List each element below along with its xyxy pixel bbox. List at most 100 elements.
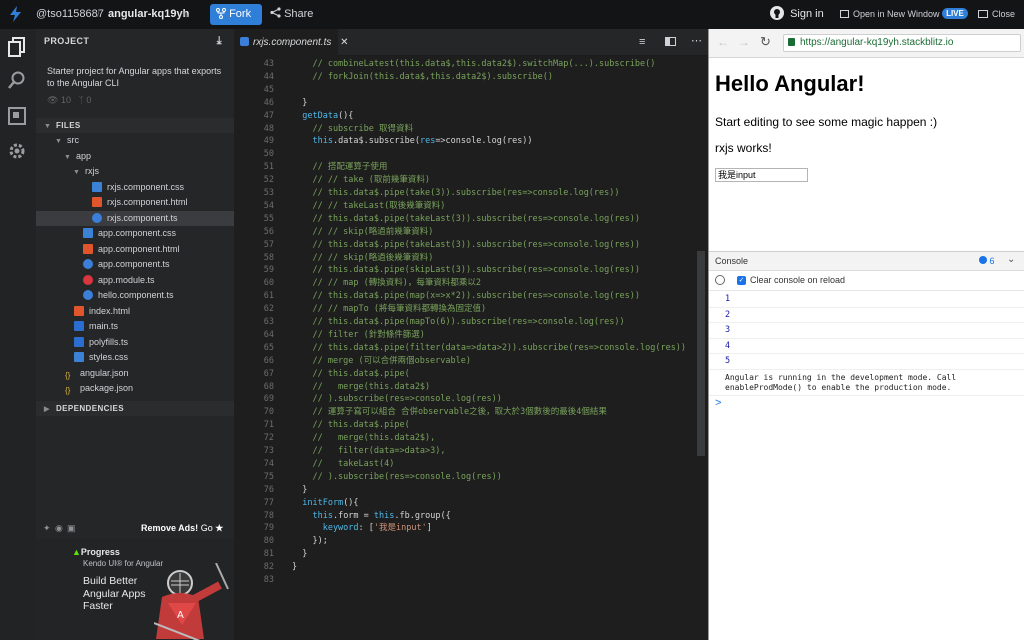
tree-item-rxjs-component-html[interactable]: rxjs.component.html bbox=[36, 195, 234, 210]
code-line[interactable]: } bbox=[292, 548, 307, 561]
remove-ads-link[interactable]: Remove Ads! Go ★ bbox=[141, 519, 223, 537]
advertisement[interactable]: ▲Progress Kendo UI® for Angular Build Be… bbox=[36, 539, 234, 640]
settings-gear-icon[interactable] bbox=[8, 142, 26, 165]
files-icon[interactable] bbox=[8, 37, 26, 62]
code-line[interactable]: keyword: ['我是input'] bbox=[292, 522, 432, 535]
forward-icon[interactable]: → bbox=[738, 35, 750, 49]
code-line[interactable]: // 運算子寫可以組合 合併observable之後，取大於3個數後的最後4個結… bbox=[292, 406, 606, 419]
code-line[interactable]: // subscribe 取得資料 bbox=[292, 123, 413, 136]
more-options-icon[interactable]: ⋯ bbox=[691, 34, 702, 47]
editor-scrollbar[interactable] bbox=[697, 251, 705, 456]
code-line[interactable]: } bbox=[292, 484, 307, 497]
code-line[interactable]: // this.data$.pipe(takeLast(3)).subscrib… bbox=[292, 239, 640, 252]
code-line[interactable]: // // mapTo (將每筆資料都轉換為固定值) bbox=[292, 303, 486, 316]
twitter-icon[interactable]: ✦ bbox=[43, 519, 51, 537]
console-log-row: 5 bbox=[709, 354, 1024, 370]
open-new-window-button[interactable]: Open in New Window LIVE bbox=[840, 0, 968, 29]
tree-item-app-module-ts[interactable]: app.module.ts bbox=[36, 273, 234, 288]
code-line[interactable]: // merge (可以合併兩個observable) bbox=[292, 355, 470, 368]
tree-item-src[interactable]: ▼ src bbox=[36, 133, 234, 148]
search-icon[interactable] bbox=[8, 71, 26, 94]
code-line[interactable]: // // takeLast(取後幾筆資料) bbox=[292, 200, 445, 213]
code-line[interactable]: // this.data$.pipe(takeLast(3)).subscrib… bbox=[292, 213, 640, 226]
code-line[interactable]: // filter(data=>data>3), bbox=[292, 445, 445, 458]
message-count-badge: 6 bbox=[979, 256, 995, 266]
console-tab[interactable]: Console bbox=[715, 256, 748, 266]
tree-item-app-component-css[interactable]: app.component.css bbox=[36, 226, 234, 241]
share-button[interactable]: Share bbox=[270, 0, 313, 29]
code-line[interactable]: // takeLast(4) bbox=[292, 458, 394, 471]
code-line[interactable]: // combineLatest(this.data$,this.data2$)… bbox=[292, 58, 655, 71]
lock-icon bbox=[788, 38, 795, 46]
files-header[interactable]: ▼ FILES bbox=[36, 118, 234, 133]
tree-item-main-ts[interactable]: main.ts bbox=[36, 319, 234, 334]
close-preview-button[interactable]: Close bbox=[978, 0, 1015, 29]
code-token: } bbox=[292, 549, 308, 560]
clear-console-icon[interactable] bbox=[715, 275, 725, 285]
code-line[interactable]: // this.data$.pipe(map(x=>x*2)).subscrib… bbox=[292, 290, 640, 303]
tree-item-rxjs-component-ts[interactable]: rxjs.component.ts bbox=[36, 210, 234, 226]
keyword-input[interactable]: 我是input bbox=[715, 168, 808, 182]
code-line[interactable]: // 搭配運算子使用 bbox=[292, 161, 387, 174]
code-line[interactable]: // this.data$.pipe( bbox=[292, 419, 409, 432]
console-prompt[interactable]: > bbox=[715, 397, 721, 409]
code-line[interactable]: // this.data$.pipe(skipLast(3)).subscrib… bbox=[292, 264, 640, 277]
code-line[interactable]: // this.data$.pipe(filter(data=>data>2))… bbox=[292, 342, 686, 355]
progress-logo-icon: ▲ bbox=[72, 547, 81, 557]
code-line[interactable]: // this.data$.pipe(take(3)).subscribe(re… bbox=[292, 187, 619, 200]
code-line[interactable]: // merge(this.data2$), bbox=[292, 432, 435, 445]
code-line[interactable]: // this.data$.pipe( bbox=[292, 368, 409, 381]
code-line[interactable]: // // map (轉換資料)，每筆資料都乘以2 bbox=[292, 277, 481, 290]
project-name[interactable]: angular-kq19yh bbox=[108, 0, 189, 29]
code-line[interactable]: // this.data$.pipe(mapTo(6)).subscribe(r… bbox=[292, 316, 624, 329]
code-line[interactable]: // // skip(略過前幾筆資料) bbox=[292, 226, 433, 239]
clear-on-reload-checkbox[interactable]: ✓ bbox=[737, 276, 746, 285]
extensions-icon[interactable] bbox=[8, 107, 26, 130]
code-line[interactable]: }); bbox=[292, 535, 327, 548]
tree-item-app-component-ts[interactable]: app.component.ts bbox=[36, 257, 234, 272]
tree-item-angular-json[interactable]: {} angular.json bbox=[36, 366, 234, 381]
sign-in-button[interactable]: Sign in bbox=[770, 0, 824, 29]
tree-item-rxjs-component-css[interactable]: rxjs.component.css bbox=[36, 180, 234, 195]
editor-tab-bar: rxjs.component.ts ✕ ≡ ⋯ bbox=[234, 29, 708, 56]
dependencies-header[interactable]: ▶ DEPENDENCIES bbox=[36, 401, 234, 416]
code-line[interactable]: } bbox=[292, 97, 307, 110]
tree-item-index-html[interactable]: index.html bbox=[36, 304, 234, 319]
github-small-icon[interactable]: ◉ bbox=[55, 519, 63, 537]
tree-item-polyfills-ts[interactable]: polyfills.ts bbox=[36, 335, 234, 350]
edit-name-icon[interactable]: ✎ bbox=[182, 1, 190, 30]
stackblitz-logo-icon[interactable] bbox=[10, 6, 21, 25]
close-tab-icon[interactable]: ✕ bbox=[340, 37, 348, 48]
url-field[interactable]: https://angular-kq19yh.stackblitz.io bbox=[783, 34, 1021, 52]
fork-button[interactable]: Fork bbox=[210, 4, 262, 25]
discord-icon[interactable]: ▣ bbox=[67, 519, 76, 537]
project-stats: 👁 10 ᛉ 0 bbox=[47, 95, 91, 106]
collapse-console-icon[interactable]: ⌄ bbox=[1007, 254, 1015, 265]
code-line[interactable]: // ).subscribe(res=>console.log(res)) bbox=[292, 393, 501, 406]
tree-item-rxjs[interactable]: ▼ rxjs bbox=[36, 164, 234, 179]
code-line[interactable]: // // take (取前幾筆資料) bbox=[292, 174, 430, 187]
split-view-icon[interactable] bbox=[665, 37, 676, 46]
tree-item-package-json[interactable]: {} package.json bbox=[36, 381, 234, 396]
code-line[interactable]: // forkJoin(this.data$,this.data2$).subs… bbox=[292, 71, 553, 84]
format-icon[interactable]: ≡ bbox=[639, 36, 645, 48]
download-icon[interactable]: ⤓ bbox=[217, 34, 222, 49]
code-line[interactable]: // // skip(略過後幾筆資料) bbox=[292, 252, 433, 265]
code-line[interactable]: } bbox=[292, 561, 297, 574]
code-line[interactable]: // filter (針對條件篩選) bbox=[292, 329, 424, 342]
tree-item-app[interactable]: ▼ app bbox=[36, 149, 234, 164]
reload-icon[interactable]: ↻ bbox=[760, 34, 771, 50]
code-line[interactable]: // ).subscribe(res=>console.log(res)) bbox=[292, 471, 501, 484]
code-line[interactable]: getData(){ bbox=[292, 110, 353, 123]
tree-item-hello-component-ts[interactable]: hello.component.ts bbox=[36, 288, 234, 303]
code-editor[interactable]: 43 // combineLatest(this.data$,this.data… bbox=[234, 56, 708, 640]
code-line[interactable]: this.data$.subscribe(res=>console.log(re… bbox=[292, 135, 532, 148]
tree-item-styles-css[interactable]: styles.css bbox=[36, 350, 234, 365]
user-handle[interactable]: @tso1158687 bbox=[36, 0, 104, 29]
tab-rxjs-component-ts[interactable]: rxjs.component.ts ✕ bbox=[234, 29, 349, 56]
code-line[interactable]: // merge(this.data2$) bbox=[292, 381, 430, 394]
tree-item-app-component-html[interactable]: app.component.html bbox=[36, 242, 234, 257]
code-line[interactable]: this.form = this.fb.group({ bbox=[292, 510, 450, 523]
back-icon[interactable]: ← bbox=[717, 35, 729, 49]
code-line[interactable]: initForm(){ bbox=[292, 497, 358, 510]
